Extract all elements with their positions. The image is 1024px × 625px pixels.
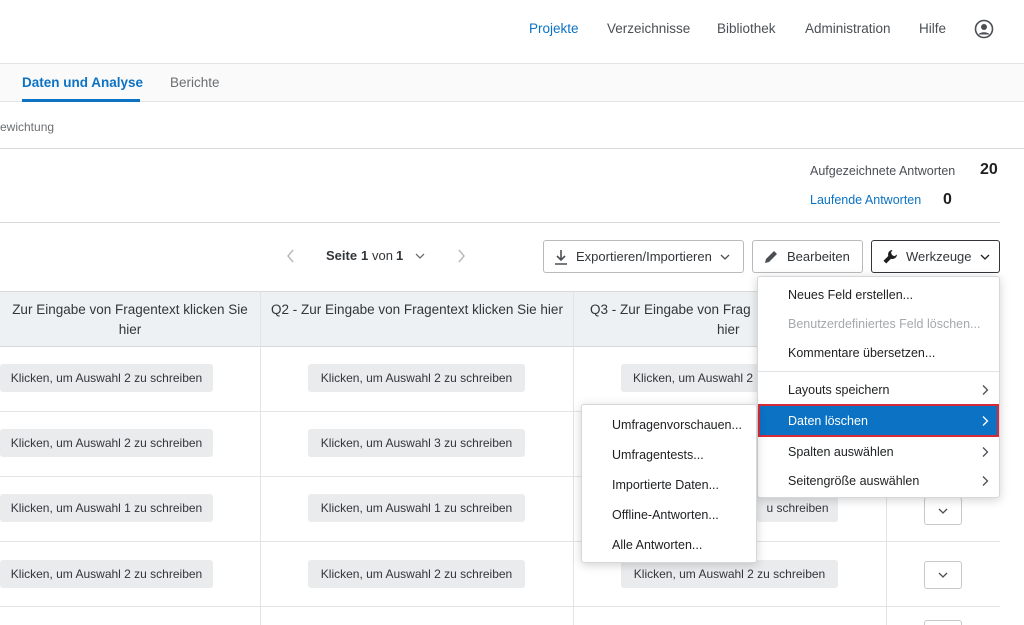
recorded-responses-label: Aufgezeichnete Antworten bbox=[810, 164, 956, 178]
table-cell-answer[interactable]: Klicken, um Auswahl 1 zu schreiben bbox=[0, 494, 213, 522]
chevron-right-icon bbox=[982, 446, 989, 457]
running-responses-count: 0 bbox=[943, 191, 952, 208]
table-cell-answer[interactable]: Klicken, um Auswahl 2 zu schreiben bbox=[308, 560, 525, 588]
table-cell-answer[interactable]: Klicken, um Auswahl 2 zu schreiben bbox=[308, 364, 525, 392]
row-actions-dropdown[interactable] bbox=[924, 561, 962, 589]
next-page-icon[interactable] bbox=[456, 249, 466, 263]
table-cell-answer[interactable]: Klicken, um Auswahl 1 zu schreiben bbox=[308, 494, 525, 522]
sub-tabs: Daten und Analyse Berichte bbox=[0, 64, 1024, 102]
nav-hilfe[interactable]: Hilfe bbox=[919, 21, 946, 36]
wrench-icon bbox=[883, 249, 897, 263]
edit-label: Bearbeiten bbox=[787, 249, 850, 264]
user-circle-icon[interactable] bbox=[974, 19, 994, 39]
table-cell-answer[interactable]: Klicken, um Auswahl 2 zu schreiben bbox=[0, 364, 213, 392]
tab-berichte[interactable]: Berichte bbox=[170, 75, 220, 90]
column-header-q3[interactable]: Q3 - Zur Eingabe von Frag hier bbox=[590, 300, 770, 340]
gewichtung-link[interactable]: ewichtung bbox=[0, 120, 54, 134]
response-stats: Aufgezeichnete Antworten 20 Laufende Ant… bbox=[0, 149, 1000, 223]
download-icon bbox=[555, 249, 567, 265]
page-select-chevron-icon[interactable] bbox=[415, 252, 425, 260]
total-pages: 1 bbox=[396, 248, 404, 263]
tools-button[interactable]: Werkzeuge bbox=[871, 240, 1000, 273]
submenu-item-survey-tests[interactable]: Umfragentests... bbox=[582, 440, 756, 470]
menu-item-select-page-size[interactable]: Seitengröße auswählen bbox=[758, 466, 999, 495]
edit-button[interactable]: Bearbeiten bbox=[752, 240, 863, 273]
row-actions-dropdown[interactable] bbox=[924, 620, 962, 625]
column-header-q2[interactable]: Q2 - Zur Eingabe von Fragentext klicken … bbox=[270, 300, 564, 320]
table-cell-answer[interactable]: Klicken, um Auswahl 2 zu schreiben bbox=[0, 560, 213, 588]
row-divider bbox=[0, 541, 1000, 542]
column-header-q1[interactable]: Zur Eingabe von Fragentext klicken Sie h… bbox=[0, 300, 260, 340]
submenu-item-imported-data[interactable]: Importierte Daten... bbox=[582, 470, 756, 500]
prev-page-icon[interactable] bbox=[286, 249, 296, 263]
table-cell-answer[interactable]: Klicken, um Auswahl 2 bbox=[621, 364, 761, 392]
table-cell-answer[interactable]: Klicken, um Auswahl 2 zu schreiben bbox=[0, 429, 213, 457]
pencil-icon bbox=[765, 250, 777, 263]
tab-daten-und-analyse[interactable]: Daten und Analyse bbox=[22, 75, 143, 90]
column-divider bbox=[573, 291, 574, 625]
chevron-down-icon bbox=[720, 254, 730, 260]
table-cell-answer[interactable]: u schreiben bbox=[757, 494, 838, 522]
nav-projekte[interactable]: Projekte bbox=[529, 21, 579, 36]
nav-verzeichnisse[interactable]: Verzeichnisse bbox=[607, 21, 690, 36]
current-page: 1 bbox=[361, 248, 369, 263]
table-cell-answer[interactable]: Klicken, um Auswahl 2 zu schreiben bbox=[621, 560, 838, 588]
submenu-item-survey-previews[interactable]: Umfragenvorschauen... bbox=[582, 410, 756, 440]
row-divider bbox=[0, 606, 1000, 607]
menu-item-save-layouts[interactable]: Layouts speichern bbox=[758, 375, 999, 404]
chevron-down-icon bbox=[938, 572, 948, 578]
menu-separator bbox=[758, 371, 999, 372]
recorded-responses-count: 20 bbox=[980, 161, 998, 178]
chevron-down-icon bbox=[938, 508, 948, 514]
column-divider bbox=[260, 291, 261, 625]
chevron-right-icon bbox=[982, 384, 989, 395]
delete-data-submenu: Umfragenvorschauen... Umfragentests... I… bbox=[581, 404, 757, 563]
menu-item-new-field[interactable]: Neues Feld erstellen... bbox=[758, 280, 999, 309]
table-cell-answer[interactable]: Klicken, um Auswahl 3 zu schreiben bbox=[308, 429, 525, 457]
nav-bibliothek[interactable]: Bibliothek bbox=[717, 21, 776, 36]
chevron-right-icon bbox=[982, 415, 989, 426]
chevron-down-icon bbox=[980, 254, 989, 260]
chevron-right-icon bbox=[982, 475, 989, 486]
export-import-button[interactable]: Exportieren/Importieren bbox=[543, 240, 744, 273]
row-actions-dropdown[interactable] bbox=[924, 497, 962, 525]
tools-menu: Neues Feld erstellen... Benutzerdefinier… bbox=[757, 276, 1000, 498]
menu-item-delete-custom-field: Benutzerdefiniertes Feld löschen... bbox=[788, 316, 981, 331]
submenu-item-all-responses[interactable]: Alle Antworten... bbox=[582, 530, 756, 560]
nav-administration[interactable]: Administration bbox=[805, 21, 891, 36]
menu-item-translate-comments[interactable]: Kommentare übersetzen... bbox=[758, 338, 999, 367]
of-word: von bbox=[372, 248, 393, 263]
page-word: Seite bbox=[326, 248, 358, 263]
top-navigation: Projekte Verzeichnisse Bibliothek Admini… bbox=[0, 0, 1024, 64]
menu-item-delete-data[interactable]: Daten löschen bbox=[758, 404, 999, 437]
section-subheader: ewichtung bbox=[0, 102, 1024, 149]
menu-item-select-columns[interactable]: Spalten auswählen bbox=[758, 437, 999, 466]
submenu-item-offline-responses[interactable]: Offline-Antworten... bbox=[582, 500, 756, 530]
running-responses-link[interactable]: Laufende Antworten bbox=[810, 193, 921, 207]
tools-label: Werkzeuge bbox=[906, 249, 972, 264]
export-import-label: Exportieren/Importieren bbox=[576, 249, 712, 264]
